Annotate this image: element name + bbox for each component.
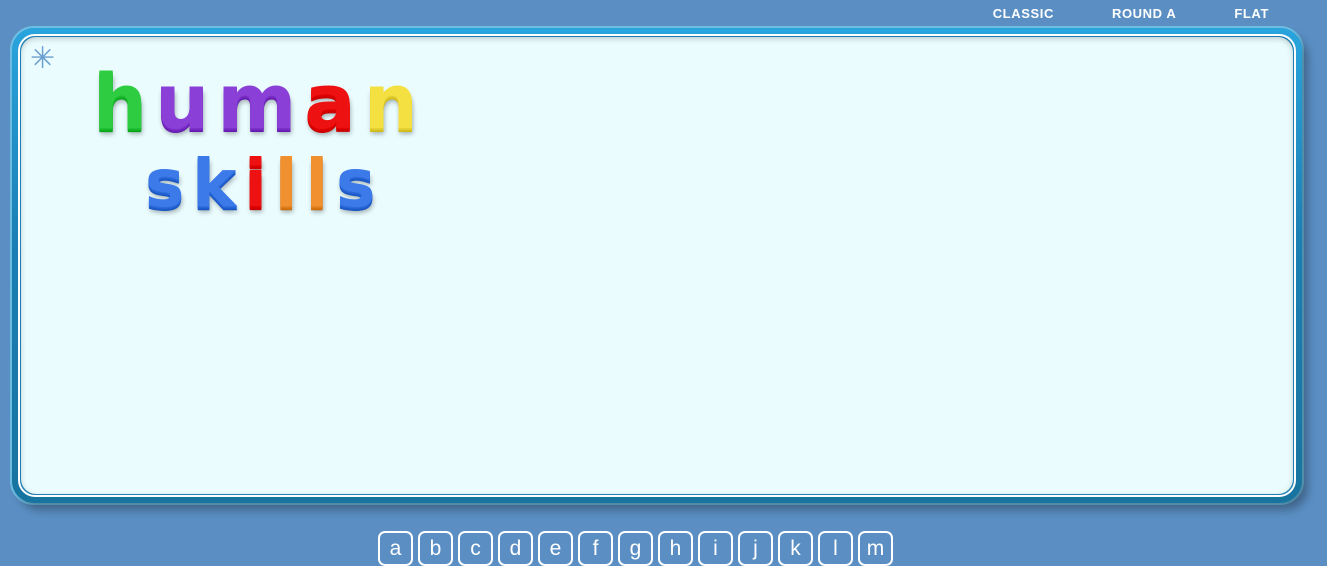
tray-tile-e[interactable]: e (538, 531, 573, 566)
magnet-letter[interactable]: a (300, 59, 359, 145)
magnet-letter[interactable]: n (360, 59, 422, 145)
tray-tile-l[interactable]: l (818, 531, 853, 566)
tray-tile-m[interactable]: m (858, 531, 893, 566)
magnet-letter[interactable]: m (213, 59, 300, 145)
word-human: human (89, 59, 422, 145)
tray-tile-j[interactable]: j (738, 531, 773, 566)
tray-tile-f[interactable]: f (578, 531, 613, 566)
magnet-letter[interactable]: s (332, 141, 379, 227)
asterisk-icon[interactable]: ✳ (30, 44, 55, 74)
magnet-letter[interactable]: l (271, 141, 302, 227)
letter-tray: abcdefghijklm (378, 531, 893, 566)
magnet-letter[interactable]: h (89, 59, 151, 145)
magnet-letter[interactable]: s (141, 141, 188, 227)
magnet-board-outline: ✳ human skills (18, 34, 1296, 497)
nav-flat[interactable]: FLAT (1234, 6, 1269, 21)
nav-round-a[interactable]: ROUND A (1112, 6, 1176, 21)
tray-tile-h[interactable]: h (658, 531, 693, 566)
nav-classic[interactable]: CLASSIC (993, 6, 1054, 21)
tray-tile-g[interactable]: g (618, 531, 653, 566)
tray-tile-d[interactable]: d (498, 531, 533, 566)
tray-tile-c[interactable]: c (458, 531, 493, 566)
tray-tile-i[interactable]: i (698, 531, 733, 566)
magnet-letter[interactable]: u (151, 59, 213, 145)
magnet-letter[interactable]: i (240, 141, 271, 227)
magnet-letter[interactable]: k (188, 141, 240, 227)
magnet-board-frame: ✳ human skills (12, 28, 1302, 503)
top-navigation: CLASSIC ROUND A FLAT (0, 0, 1327, 26)
magnet-board[interactable]: ✳ human skills (21, 37, 1293, 494)
magnet-letter[interactable]: l (301, 141, 332, 227)
tray-tile-k[interactable]: k (778, 531, 813, 566)
word-skills: skills (141, 141, 379, 227)
tray-tile-b[interactable]: b (418, 531, 453, 566)
tray-tile-a[interactable]: a (378, 531, 413, 566)
